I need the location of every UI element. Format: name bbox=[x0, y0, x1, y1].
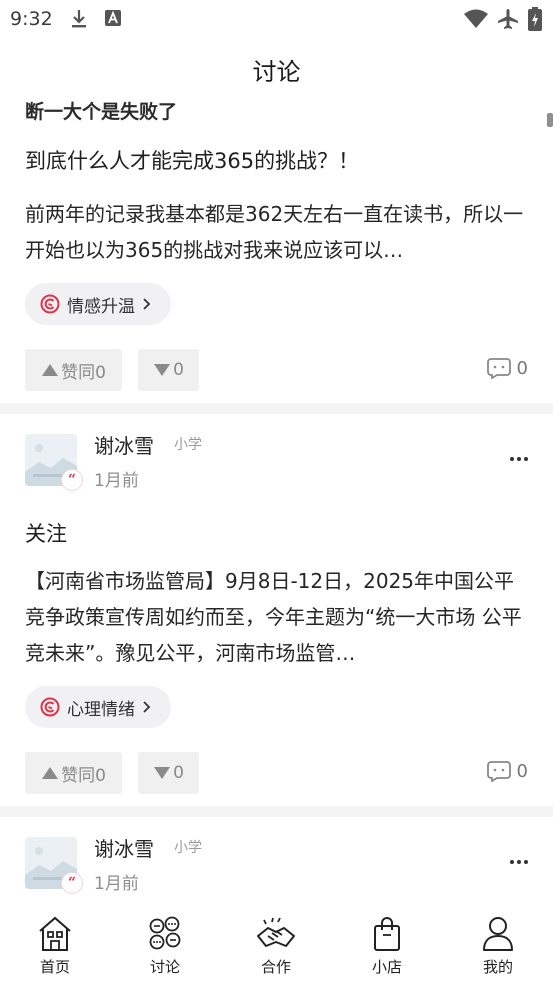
keyboard-a-icon bbox=[105, 10, 121, 26]
comment-icon bbox=[486, 761, 511, 782]
quote-badge-icon: “ bbox=[61, 872, 83, 894]
partial-title-clip: 断一大个是失败了 bbox=[0, 100, 553, 128]
post-partial-title: 断一大个是失败了 bbox=[25, 101, 178, 123]
tab-shop[interactable]: 小店 bbox=[332, 904, 442, 984]
chevron-right-icon bbox=[143, 701, 151, 713]
disagree-count: 0 bbox=[173, 763, 184, 783]
comment-count: 0 bbox=[516, 760, 528, 782]
home-icon bbox=[39, 916, 71, 951]
author-level: 小学 bbox=[174, 840, 202, 856]
comment-button[interactable]: 0 bbox=[486, 760, 528, 782]
post-title: 到底什么人才能完成365的挑战？！ bbox=[25, 149, 360, 173]
emotion-tag-icon bbox=[40, 697, 60, 717]
agree-button[interactable]: 赞同0 bbox=[25, 752, 122, 794]
post-excerpt: 前两年的记录我基本都是362天左右一直在读书，所以一开始也以为365的挑战对我来… bbox=[25, 202, 524, 262]
shop-bag-icon bbox=[374, 917, 400, 951]
emotion-tag-icon bbox=[40, 294, 60, 314]
title-bar: 讨论 bbox=[0, 38, 553, 100]
post-time: 1月前 bbox=[94, 471, 139, 491]
agree-button[interactable]: 赞同0 bbox=[25, 349, 122, 391]
post-divider bbox=[0, 806, 553, 817]
discussion-icon bbox=[149, 916, 181, 950]
agree-label: 赞同0 bbox=[61, 362, 106, 383]
profile-icon bbox=[483, 917, 513, 951]
post-excerpt: 【河南省市场监管局】9月8日-12日，2025年中国公平竞争政策宣传周如约而至，… bbox=[25, 569, 522, 665]
tab-cooperation[interactable]: 合作 bbox=[221, 904, 331, 984]
wifi-icon bbox=[464, 9, 488, 28]
author-name[interactable]: 谢冰雪 bbox=[94, 430, 154, 459]
battery-charging-icon bbox=[528, 7, 542, 31]
tab-home[interactable]: 首页 bbox=[0, 904, 110, 984]
tab-label: 小店 bbox=[371, 958, 402, 976]
author-name[interactable]: 谢冰雪 bbox=[94, 833, 154, 862]
disagree-button[interactable]: 0 bbox=[138, 752, 199, 794]
tag-chip[interactable]: 心理情绪 bbox=[25, 686, 171, 728]
tag-chip[interactable]: 情感升温 bbox=[25, 283, 171, 325]
cooperation-icon bbox=[257, 917, 295, 947]
download-icon bbox=[72, 10, 86, 28]
status-bar: 9:32 bbox=[0, 0, 553, 38]
disagree-button[interactable]: 0 bbox=[138, 349, 199, 391]
triangle-up-icon bbox=[42, 767, 59, 779]
airplane-icon bbox=[498, 9, 518, 29]
triangle-down-icon bbox=[154, 767, 171, 779]
chevron-right-icon bbox=[143, 298, 151, 310]
tab-discussion[interactable]: 讨论 bbox=[110, 904, 220, 984]
agree-label: 赞同0 bbox=[61, 765, 106, 786]
comment-count: 0 bbox=[516, 357, 528, 379]
tab-label: 讨论 bbox=[149, 958, 180, 976]
tab-label: 合作 bbox=[260, 958, 291, 976]
more-icon[interactable] bbox=[509, 857, 529, 867]
status-time: 9:32 bbox=[10, 8, 53, 30]
author-level: 小学 bbox=[174, 437, 202, 453]
post-divider bbox=[0, 403, 553, 414]
post-time: 1月前 bbox=[94, 874, 139, 894]
page-title: 讨论 bbox=[252, 57, 301, 86]
comment-button[interactable]: 0 bbox=[486, 357, 528, 379]
bottom-tab-bar: 首页 讨论 合作 小店 我的 bbox=[0, 904, 553, 984]
more-icon[interactable] bbox=[509, 454, 529, 464]
disagree-count: 0 bbox=[173, 360, 184, 380]
tag-label: 情感升温 bbox=[67, 296, 135, 317]
post-title: 关注 bbox=[25, 522, 67, 546]
triangle-up-icon bbox=[42, 364, 59, 376]
post-excerpt-clip: 【河南省市场监管局】9月8日-12日，2025年中国公平竞争政策宣传周如约而至，… bbox=[25, 563, 529, 671]
tab-label: 首页 bbox=[39, 958, 70, 976]
tag-label: 心理情绪 bbox=[67, 699, 135, 720]
quote-badge-icon: “ bbox=[61, 469, 83, 491]
triangle-down-icon bbox=[154, 364, 171, 376]
tab-profile[interactable]: 我的 bbox=[443, 904, 553, 984]
tab-label: 我的 bbox=[482, 958, 513, 976]
comment-icon bbox=[486, 358, 511, 379]
